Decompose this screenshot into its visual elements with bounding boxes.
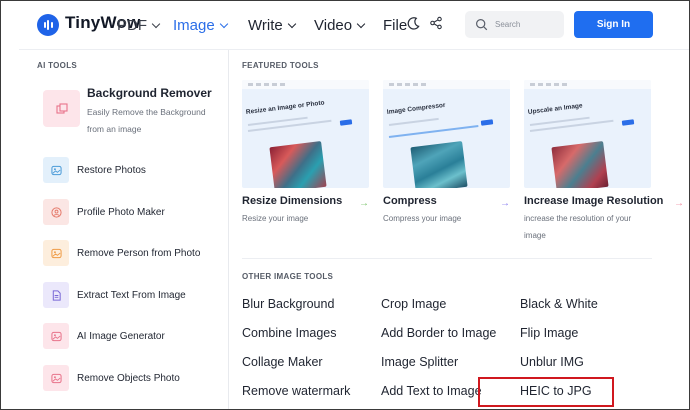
search-placeholder: Search <box>495 20 521 29</box>
arrow-right-icon: → <box>500 198 510 209</box>
sign-in-button[interactable]: Sign In <box>574 11 653 38</box>
nav-write[interactable]: Write <box>248 17 296 34</box>
tool-label: Extract Text From Image <box>77 289 186 301</box>
tool-label: Restore Photos <box>77 164 146 176</box>
tool-label: Remove Person from Photo <box>77 247 201 259</box>
nav-image[interactable]: Image <box>173 17 228 34</box>
card-desc: Compress your image <box>383 214 462 223</box>
search-input[interactable]: Search <box>465 11 564 38</box>
card-title: Increase Image Resolution <box>524 195 664 207</box>
tool-extract-text[interactable]: Extract Text From Image <box>43 282 227 308</box>
ai-tools-panel: AI TOOLS Background Remover Easily Remov… <box>19 50 229 409</box>
link-blur-background[interactable]: Blur Background <box>242 297 334 311</box>
link-add-text-to-image[interactable]: Add Text to Image <box>381 384 482 398</box>
divider <box>242 258 652 259</box>
compress-thumbnail: Image Compressor <box>383 80 510 188</box>
nav-pdf[interactable]: PDF <box>117 17 161 34</box>
tool-label: Profile Photo Maker <box>77 206 165 218</box>
link-black-and-white[interactable]: Black & White <box>520 297 598 311</box>
document-icon <box>43 282 69 308</box>
tool-label: AI Image Generator <box>77 330 165 342</box>
link-remove-watermark[interactable]: Remove watermark <box>242 384 350 398</box>
thumb-title: Upscale an Image <box>527 102 583 116</box>
link-flip-image[interactable]: Flip Image <box>520 326 578 340</box>
link-crop-image[interactable]: Crop Image <box>381 297 446 311</box>
background-remover-item[interactable]: Background Remover Easily Remove the Bac… <box>43 83 223 153</box>
nav-write-label: Write <box>248 17 283 34</box>
link-unblur-img[interactable]: Unblur IMG <box>520 355 584 369</box>
featured-tools-heading: FEATURED TOOLS <box>242 61 319 70</box>
image-icon <box>43 365 69 391</box>
background-remover-desc: Easily Remove the Background from an ima… <box>87 107 206 134</box>
chevron-down-icon <box>287 19 296 28</box>
top-navbar: TinyWow PDF Image Write Video File Searc… <box>1 1 689 47</box>
tool-label: Remove Objects Photo <box>77 372 180 384</box>
image-icon <box>43 157 69 183</box>
arrow-right-icon: → <box>674 198 684 209</box>
tool-restore-photos[interactable]: Restore Photos <box>43 157 227 183</box>
card-title: Resize Dimensions <box>242 195 343 207</box>
card-desc: increase the resolution of your image <box>524 214 632 240</box>
nav-video[interactable]: Video <box>314 17 366 34</box>
link-image-splitter[interactable]: Image Splitter <box>381 355 458 369</box>
nav-image-label: Image <box>173 17 215 34</box>
tool-remove-objects[interactable]: Remove Objects Photo <box>43 365 227 391</box>
moon-icon[interactable] <box>405 15 421 31</box>
background-remover-icon <box>43 90 80 127</box>
link-collage-maker[interactable]: Collage Maker <box>242 355 323 369</box>
ai-tools-heading: AI TOOLS <box>37 61 78 70</box>
tool-ai-image-generator[interactable]: AI Image Generator <box>43 323 227 349</box>
link-combine-images[interactable]: Combine Images <box>242 326 337 340</box>
other-image-tools-heading: OTHER IMAGE TOOLS <box>242 272 334 281</box>
link-add-border[interactable]: Add Border to Image <box>381 326 496 340</box>
resize-thumbnail: Resize an Image or Photo <box>242 80 369 188</box>
image-tools-panel: FEATURED TOOLS Resize an Image or Photo … <box>230 50 689 409</box>
share-icon[interactable] <box>428 15 444 31</box>
search-icon <box>476 19 488 31</box>
nav-video-label: Video <box>314 17 353 34</box>
arrow-right-icon: → <box>359 198 369 209</box>
logo-icon[interactable] <box>37 14 59 36</box>
tool-profile-photo-maker[interactable]: Profile Photo Maker <box>43 199 227 225</box>
nav-pdf-label: PDF <box>117 17 147 34</box>
image-tools-dropdown: AI TOOLS Background Remover Easily Remov… <box>19 49 689 409</box>
image-icon <box>43 240 69 266</box>
highlight-box <box>478 377 614 407</box>
nav-file[interactable]: File <box>383 17 407 34</box>
chevron-down-icon <box>219 19 228 28</box>
thumbnail-image <box>551 141 609 188</box>
tool-remove-person[interactable]: Remove Person from Photo <box>43 240 227 266</box>
thumb-title: Image Compressor <box>386 101 446 116</box>
upscale-thumbnail: Upscale an Image <box>524 80 651 188</box>
chevron-down-icon <box>151 19 161 28</box>
user-icon <box>43 199 69 225</box>
image-icon <box>43 323 69 349</box>
background-remover-title: Background Remover <box>87 86 212 100</box>
thumbnail-image <box>410 141 468 188</box>
card-desc: Resize your image <box>242 214 309 223</box>
thumb-title: Resize an Image or Photo <box>245 99 325 116</box>
chevron-down-icon <box>356 19 366 28</box>
app-window: TinyWow PDF Image Write Video File Searc… <box>0 0 690 410</box>
card-title: Compress <box>383 195 437 207</box>
nav-file-label: File <box>383 17 408 34</box>
thumbnail-image <box>269 141 327 188</box>
